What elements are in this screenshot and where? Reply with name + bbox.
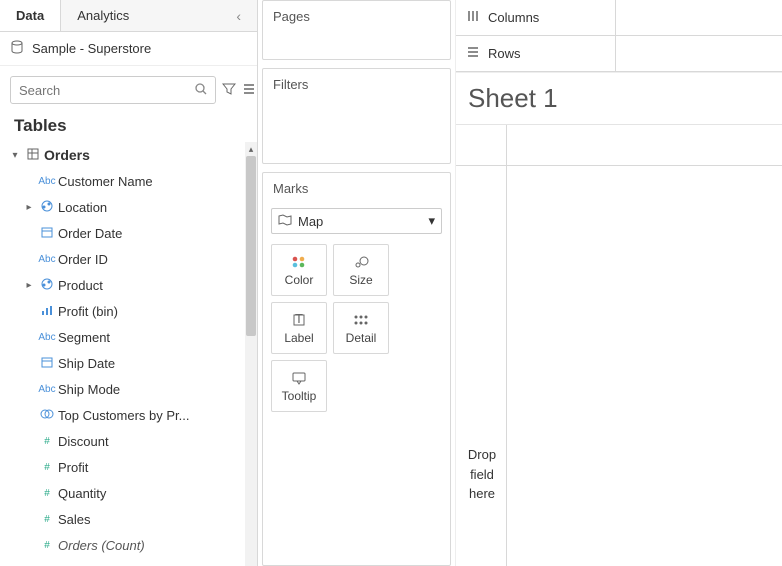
mark-type-label: Map <box>298 214 323 229</box>
field-label: Sales <box>58 512 251 527</box>
map-icon <box>278 214 292 229</box>
filter-icon[interactable] <box>222 82 236 99</box>
mark-detail-label: Detail <box>346 331 377 345</box>
field-profit-bin-[interactable]: Profit (bin) <box>0 298 257 324</box>
measure-discount[interactable]: #Discount <box>0 428 257 454</box>
mark-size-label: Size <box>349 273 372 287</box>
side-tabs: Data Analytics ‹ <box>0 0 257 32</box>
field-product[interactable]: ▸ Product <box>0 272 257 298</box>
caret-right-icon[interactable]: ▸ <box>22 202 36 213</box>
filters-card[interactable]: Filters <box>262 68 451 164</box>
field-order-date[interactable]: Order Date <box>0 220 257 246</box>
rows-shelf[interactable]: Rows <box>456 36 782 72</box>
rows-label: Rows <box>488 46 521 61</box>
marks-card: Marks Map ▾ Color Size T <box>262 172 451 566</box>
mark-tooltip[interactable]: Tooltip <box>271 360 327 412</box>
rows-icon <box>466 45 480 62</box>
columns-icon <box>466 9 480 26</box>
tab-data[interactable]: Data <box>0 0 60 31</box>
pages-card[interactable]: Pages <box>262 0 451 60</box>
tab-analytics-label: Analytics <box>77 8 129 23</box>
scroll-up-icon[interactable]: ▴ <box>246 144 256 155</box>
database-icon <box>10 40 24 57</box>
field-label: Location <box>58 200 251 215</box>
field-label: Segment <box>58 330 251 345</box>
columns-shelf[interactable]: Columns <box>456 0 782 36</box>
field-label: Top Customers by Pr... <box>58 408 251 423</box>
measure-orders-count-[interactable]: #Orders (Count) <box>0 532 257 558</box>
field-location[interactable]: ▸ Location <box>0 194 257 220</box>
datasource-name: Sample - Superstore <box>32 41 151 56</box>
field-segment[interactable]: AbcSegment <box>0 324 257 350</box>
field-label: Order ID <box>58 252 251 267</box>
svg-text:T: T <box>295 312 303 326</box>
measure-profit[interactable]: #Profit <box>0 454 257 480</box>
marks-buttons: Color Size T Label Detail Tooltip <box>263 238 450 422</box>
search-box[interactable] <box>10 76 216 104</box>
mark-detail[interactable]: Detail <box>333 302 389 354</box>
shelves: Columns Rows <box>456 0 782 73</box>
tab-analytics[interactable]: Analytics ‹ <box>60 0 257 31</box>
filters-header: Filters <box>263 69 450 100</box>
cards-column: Pages Filters Marks Map ▾ Color <box>258 0 456 566</box>
search-icon <box>195 83 207 98</box>
measure-quantity[interactable]: #Quantity <box>0 480 257 506</box>
field-label: Quantity <box>58 486 251 501</box>
pages-header: Pages <box>263 1 450 32</box>
view-list-icon[interactable] <box>242 82 256 99</box>
field-label: Ship Date <box>58 356 251 371</box>
chevron-left-icon: ‹ <box>236 8 241 24</box>
field-label: Orders (Count) <box>58 538 251 553</box>
field-label: Profit <box>58 460 251 475</box>
scrollbar-thumb[interactable] <box>246 156 256 336</box>
caret-down-icon[interactable]: ▾ <box>8 150 22 161</box>
chevron-down-icon: ▾ <box>428 213 435 229</box>
field-order-id[interactable]: AbcOrder ID <box>0 246 257 272</box>
field-top-customers-by-pr-[interactable]: Top Customers by Pr... <box>0 402 257 428</box>
field-ship-date[interactable]: Ship Date <box>0 350 257 376</box>
field-label: Profit (bin) <box>58 304 251 319</box>
field-label: Ship Mode <box>58 382 251 397</box>
canvas-vline <box>506 125 507 566</box>
tables-header: Tables <box>0 112 257 142</box>
measure-sales[interactable]: #Sales <box>0 506 257 532</box>
worksheet-area: Columns Rows Sheet 1 Drop field here <box>456 0 782 566</box>
marks-header: Marks <box>263 173 450 204</box>
datasource-row[interactable]: Sample - Superstore <box>0 32 257 66</box>
search-input[interactable] <box>19 83 195 98</box>
caret-right-icon[interactable]: ▸ <box>22 280 36 291</box>
mark-color[interactable]: Color <box>271 244 327 296</box>
mark-color-label: Color <box>285 273 314 287</box>
search-row: ▾ <box>0 66 257 112</box>
mark-tooltip-label: Tooltip <box>282 389 317 403</box>
table-label: Orders <box>44 147 251 163</box>
field-label: Product <box>58 278 251 293</box>
drop-hint: Drop field here <box>462 445 502 504</box>
mark-type-select[interactable]: Map ▾ <box>271 208 442 234</box>
field-ship-mode[interactable]: AbcShip Mode <box>0 376 257 402</box>
field-customer-name[interactable]: AbcCustomer Name <box>0 168 257 194</box>
columns-label: Columns <box>488 10 539 25</box>
field-tree: ▾ Orders AbcCustomer Name ▸ Location Order Da… <box>0 142 257 566</box>
mark-size[interactable]: Size <box>333 244 389 296</box>
tab-data-label: Data <box>16 8 44 23</box>
sheet-title[interactable]: Sheet 1 <box>456 73 782 124</box>
table-row-orders[interactable]: ▾ Orders <box>0 142 257 168</box>
view-canvas[interactable]: Drop field here <box>456 124 782 566</box>
data-pane: Data Analytics ‹ Sample - Superstore <box>0 0 258 566</box>
mark-label-label: Label <box>284 331 313 345</box>
scrollbar[interactable]: ▴ <box>245 142 257 566</box>
field-label: Order Date <box>58 226 251 241</box>
field-label: Customer Name <box>58 174 251 189</box>
mark-label[interactable]: T Label <box>271 302 327 354</box>
field-label: Discount <box>58 434 251 449</box>
canvas-hline <box>456 165 782 166</box>
